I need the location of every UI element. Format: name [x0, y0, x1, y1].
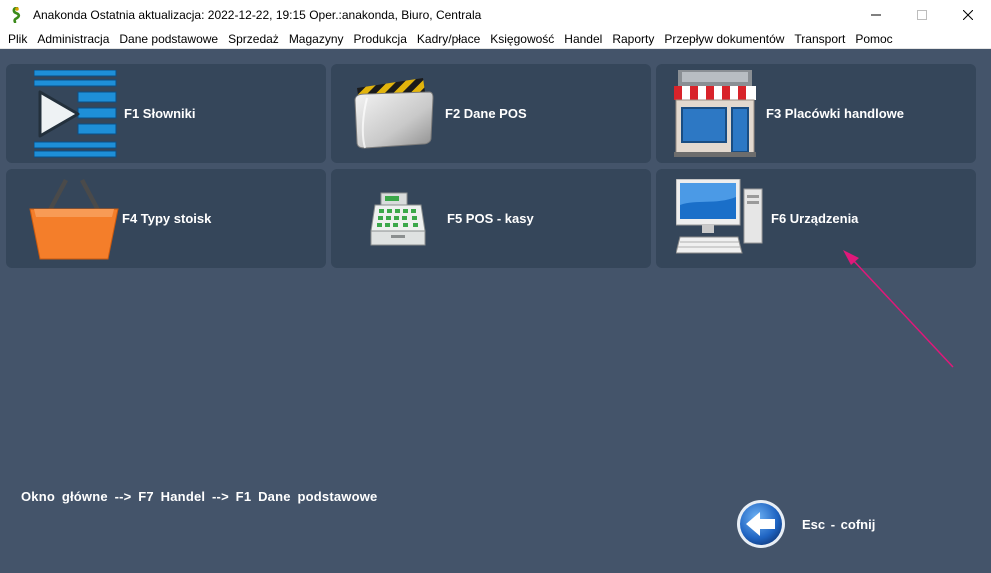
- tile-urzadzenia[interactable]: F6 Urządzenia: [656, 169, 976, 268]
- basket-icon: [29, 179, 119, 260]
- tile-label: F3 Placówki handlowe: [766, 106, 904, 121]
- tile-label: F1 Słowniki: [124, 106, 196, 121]
- close-button[interactable]: [945, 0, 991, 29]
- menu-ksiegowosc[interactable]: Księgowość: [485, 29, 559, 49]
- menu-handel[interactable]: Handel: [559, 29, 607, 49]
- menu-administracja[interactable]: Administracja: [32, 29, 114, 49]
- menu-przeplyw-dokumentow[interactable]: Przepływ dokumentów: [659, 29, 789, 49]
- tile-label: F4 Typy stoisk: [122, 211, 212, 226]
- store-icon: [674, 70, 756, 157]
- menu-produkcja[interactable]: Produkcja: [349, 29, 412, 49]
- esc-label: Esc - cofnij: [802, 516, 876, 532]
- back-arrow-icon: [737, 500, 785, 548]
- minimize-icon: [871, 14, 881, 15]
- tile-typy-stoisk[interactable]: F4 Typy stoisk: [6, 169, 326, 268]
- tile-label: F5 POS - kasy: [447, 211, 534, 226]
- cash-register-icon: [370, 192, 426, 246]
- maximize-icon: [917, 9, 927, 20]
- list-play-icon: [34, 70, 117, 158]
- tile-slowniki[interactable]: F1 Słowniki: [6, 64, 326, 163]
- menu-pomoc[interactable]: Pomoc: [850, 29, 897, 49]
- menu-bar: Plik Administracja Dane podstawowe Sprze…: [0, 29, 991, 49]
- menu-sprzedaz[interactable]: Sprzedaż: [223, 29, 284, 49]
- tile-pos-kasy[interactable]: F5 POS - kasy: [331, 169, 651, 268]
- snake-app-icon: [12, 6, 21, 23]
- breadcrumb: Okno główne --> F7 Handel --> F1 Dane po…: [21, 489, 378, 504]
- tile-placowki-handlowe[interactable]: F3 Placówki handlowe: [656, 64, 976, 163]
- folder-icon: [354, 78, 434, 149]
- maximize-button[interactable]: [899, 0, 945, 29]
- minimize-button[interactable]: [853, 0, 899, 29]
- menu-raporty[interactable]: Raporty: [607, 29, 659, 49]
- close-icon: [963, 9, 973, 20]
- window-title: Anakonda Ostatnia aktualizacja: 2022-12-…: [33, 7, 482, 22]
- computer-icon: [676, 179, 763, 254]
- menu-magazyny[interactable]: Magazyny: [284, 29, 349, 49]
- menu-dane-podstawowe[interactable]: Dane podstawowe: [114, 29, 223, 49]
- window-controls: [853, 0, 991, 29]
- menu-kadry-place[interactable]: Kadry/płace: [412, 29, 485, 49]
- title-bar: Anakonda Ostatnia aktualizacja: 2022-12-…: [0, 0, 991, 29]
- tile-label: F2 Dane POS: [445, 106, 527, 121]
- menu-plik[interactable]: Plik: [3, 29, 32, 49]
- menu-transport[interactable]: Transport: [789, 29, 850, 49]
- tile-dane-pos[interactable]: F2 Dane POS: [331, 64, 651, 163]
- esc-back-button[interactable]: Esc - cofnij: [736, 499, 896, 549]
- tile-label: F6 Urządzenia: [771, 211, 859, 226]
